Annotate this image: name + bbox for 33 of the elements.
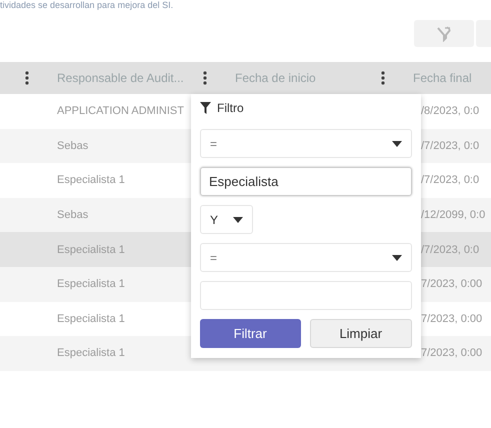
- input-field[interactable]: [200, 281, 412, 310]
- column-menu-icon[interactable]: [381, 71, 385, 85]
- table-cell: Especialista 1: [57, 312, 125, 325]
- table-cell: Especialista 1: [57, 347, 125, 360]
- popup-title: Filtro: [217, 101, 244, 115]
- table-cell: Sebas: [57, 209, 88, 222]
- table-cell: Especialista 1: [57, 278, 125, 290]
- table-cell: /7/2023, 0:0: [421, 140, 480, 152]
- column-menu-icon[interactable]: [203, 71, 207, 85]
- table-cell: Especialista 1: [57, 174, 125, 186]
- table-cell: Sebas: [57, 140, 88, 152]
- table-cell: 7/2023, 0:00: [421, 278, 482, 290]
- operator-select[interactable]: =: [200, 129, 412, 158]
- operator-select[interactable]: =: [200, 243, 412, 272]
- table-cell: 7/2023, 0:00: [421, 347, 482, 360]
- table-cell: Especialista 1: [57, 244, 125, 256]
- input-field[interactable]: Especialista: [200, 167, 412, 196]
- table-cell: /7/2023, 0:0: [421, 174, 480, 186]
- filter-button[interactable]: Filtrar: [200, 319, 300, 348]
- clear-button[interactable]: Limpiar: [310, 319, 412, 348]
- description-text: tividades se desarrollan para mejora del SI.: [0, 0, 174, 10]
- table-cell: /7/2023, 0:0: [421, 244, 480, 256]
- caret-icon: [392, 140, 402, 146]
- table-cell: APPLICATION ADMINIST: [57, 105, 184, 118]
- filter-icon: [200, 102, 211, 114]
- logic-select[interactable]: Y: [200, 205, 253, 234]
- table-cell: /12/2099, 0:0: [421, 209, 486, 222]
- caret-icon: [233, 216, 243, 222]
- column-menu-icon[interactable]: [25, 71, 29, 85]
- table-cell: /8/2023, 0:0: [421, 105, 480, 118]
- table-cell: 7/2023, 0:00: [421, 312, 482, 325]
- filter-off-icon: [436, 26, 452, 42]
- caret-icon: [392, 254, 402, 260]
